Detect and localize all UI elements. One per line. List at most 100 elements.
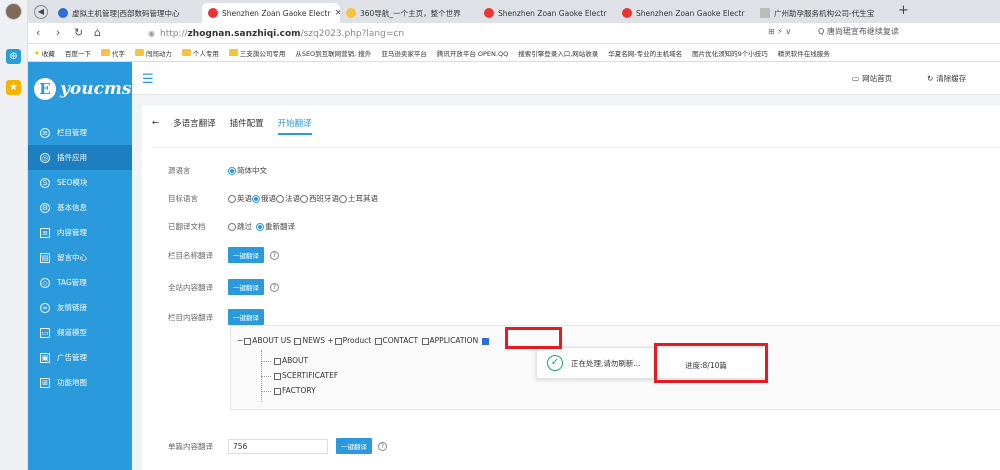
- tree-child[interactable]: SCERTIFICATEF: [261, 371, 338, 380]
- extensions-icon[interactable]: ⊞ ⚡ ∨: [768, 27, 791, 36]
- plugin-icon: ◎: [40, 152, 50, 163]
- radio-english[interactable]: 英语: [228, 193, 252, 204]
- url-field[interactable]: ◉ http://zhognan.sanzhiqi.com/szq2023.ph…: [148, 26, 728, 41]
- column-name-row: 栏目名称翻译 一键翻译 ?: [168, 247, 279, 263]
- tab-label: 360导航_一个主页，整个世界: [360, 8, 461, 18]
- sidebar-item-content[interactable]: ≡ 内容管理: [28, 220, 132, 245]
- radio-spanish[interactable]: 西班牙语: [300, 193, 339, 204]
- back-icon[interactable]: ‹: [36, 26, 40, 39]
- help-icon[interactable]: ?: [378, 441, 387, 451]
- home-icon[interactable]: ⌂: [94, 26, 101, 39]
- tree-item-checked[interactable]: [481, 336, 490, 345]
- translate-whole-site-button[interactable]: 一键翻译: [228, 279, 264, 295]
- tree-child[interactable]: ABOUT: [261, 356, 308, 365]
- browser-tab[interactable]: 虚拟主机管理|西部数码管理中心: [52, 3, 202, 23]
- field-label: 栏目内容翻译: [168, 312, 213, 322]
- help-icon[interactable]: ?: [270, 282, 279, 292]
- site-home-link[interactable]: ▭ 网站首页: [852, 73, 892, 84]
- sidebar-item-basic[interactable]: ⚙ 基本信息: [28, 195, 132, 220]
- tree-item[interactable]: ABOUT US: [243, 336, 291, 345]
- browser-tab[interactable]: 360导航_一个主页，整个世界: [340, 3, 478, 23]
- single-content-row: 单篇内容翻译 756 一键翻译 ?: [168, 438, 387, 454]
- bookmark-item[interactable]: 代字: [100, 48, 125, 58]
- radio-russian[interactable]: 俄语: [252, 193, 276, 204]
- tree-item[interactable]: NEWS: [293, 336, 325, 345]
- radio-retranslate[interactable]: 重新翻译: [256, 221, 295, 232]
- bookmark-item[interactable]: 百度一下: [65, 48, 91, 58]
- browser-tab-bar: ◀ 虚拟主机管理|西部数码管理中心 Shenzhen Zoan Gaoke El…: [28, 0, 1000, 23]
- bookmark-item[interactable]: 图片优化须知的9个小技巧: [692, 48, 768, 58]
- browser-tab-active[interactable]: Shenzhen Zoan Gaoke Electr ×: [202, 3, 340, 23]
- bookmark-item[interactable]: 闯闯动力: [134, 48, 172, 58]
- menu-toggle-icon[interactable]: ☰: [142, 72, 154, 87]
- tab-plugin-config[interactable]: 插件配置: [230, 117, 264, 129]
- folder-icon: [228, 49, 238, 56]
- browser-tab[interactable]: Shenzhen Zoan Gaoke Electr: [616, 3, 754, 23]
- sidebar-item-tag[interactable]: ◇ TAG管理: [28, 270, 132, 295]
- source-radio[interactable]: 简体中文: [228, 165, 267, 176]
- toast-message: 正在处理,请勿刷新...: [571, 358, 641, 368]
- translated-docs-row: 已翻译文档 跳过 重新翻译: [168, 221, 295, 232]
- tab-start-translate[interactable]: 开始翻译: [277, 117, 312, 135]
- url-path: /szq2023.php?lang=cn: [300, 28, 405, 39]
- star-icon: ★: [34, 48, 40, 57]
- logo-letter: E: [34, 78, 56, 100]
- bookmark-item[interactable]: 搜索引擎登录入口,网站收录: [518, 48, 598, 58]
- bookmark-item[interactable]: 华夏名网-专业的主机域名: [608, 48, 682, 58]
- tree-child[interactable]: FACTORY: [261, 386, 316, 395]
- translate-single-button[interactable]: 一键翻译: [336, 438, 372, 454]
- sidebar-item-column[interactable]: ≡ 栏目管理: [28, 120, 132, 145]
- tab-label: Shenzhen Zoan Gaoke Electr: [636, 8, 745, 18]
- sidebar-item-map[interactable]: ⊞ 功能地图: [28, 370, 132, 395]
- site-icon: [346, 8, 356, 18]
- whole-site-row: 全站内容翻译 一键翻译 ?: [168, 279, 279, 295]
- help-icon[interactable]: ?: [270, 250, 279, 260]
- bookmark-item[interactable]: 从SEO到互联网营销, 搜外: [295, 48, 371, 58]
- new-tab-button[interactable]: +: [898, 3, 909, 18]
- sidebar-item-channel[interactable]: ▭ 频道模型: [28, 320, 132, 345]
- bookmark-item[interactable]: 亚马逊卖家平台: [381, 48, 427, 58]
- app-icon-blue[interactable]: ⊕: [6, 49, 21, 64]
- tree-item[interactable]: Product: [334, 336, 371, 345]
- sidebar-item-message[interactable]: ▤ 留言中心: [28, 245, 132, 270]
- sidebar-item-plugins[interactable]: ◎ 插件应用: [28, 145, 132, 170]
- app-icon-star[interactable]: ★: [6, 80, 21, 95]
- bookmark-item[interactable]: ★ 收藏: [34, 48, 55, 58]
- sidebar-item-ads[interactable]: ▣ 广告管理: [28, 345, 132, 370]
- bookmark-item[interactable]: 三支旗公司专用: [228, 48, 285, 58]
- browser-tab[interactable]: Shenzhen Zoan Gaoke Electr: [478, 3, 616, 23]
- refresh-icon: ↻: [927, 74, 934, 83]
- reload-icon[interactable]: ↻: [74, 26, 83, 39]
- target-language-row: 目标语言 英语 俄语 法语 西班牙语 土耳其语: [168, 193, 378, 204]
- avatar[interactable]: [5, 3, 22, 20]
- sidebar-item-seo[interactable]: S SEO模块: [28, 170, 132, 195]
- cms-logo[interactable]: Eyoucms: [34, 74, 132, 104]
- radio-turkish[interactable]: 土耳其语: [339, 193, 378, 204]
- back-arrow-icon[interactable]: ←: [152, 118, 159, 128]
- forward-icon[interactable]: ›: [56, 26, 60, 39]
- tree-top-level: − ABOUT US NEWS + Product CONTACT APPLICAT…: [237, 336, 490, 345]
- tag-icon: ◇: [40, 277, 50, 288]
- check-circle-icon: ✓: [547, 355, 563, 371]
- settings-icon: ⚙: [40, 202, 50, 213]
- radio-french[interactable]: 法语: [276, 193, 300, 204]
- radio-skip[interactable]: 跳过: [228, 221, 252, 232]
- site-icon: [484, 8, 494, 18]
- tab-label: 广州助孕服务机构公司-代生宝: [774, 8, 875, 18]
- sidebar-item-links[interactable]: ∞ 友情链接: [28, 295, 132, 320]
- translate-column-content-button[interactable]: 一键翻译: [228, 309, 264, 325]
- browser-logo-icon[interactable]: ◀: [34, 5, 48, 19]
- bookmark-item[interactable]: 腾讯开放平台 OPEN.QQ: [437, 48, 508, 58]
- article-id-input[interactable]: 756: [228, 438, 328, 454]
- browser-search-box[interactable]: Q 唐尚珺宣布继续复读: [818, 26, 899, 37]
- tree-item[interactable]: APPLICATION: [421, 336, 478, 345]
- field-label: 单篇内容翻译: [168, 441, 213, 451]
- bookmark-item[interactable]: 个人专用: [181, 48, 219, 58]
- translate-column-names-button[interactable]: 一键翻译: [228, 247, 264, 263]
- bookmark-item[interactable]: 精灵软件在线服务: [778, 48, 830, 58]
- browser-tab[interactable]: 广州助孕服务机构公司-代生宝: [754, 3, 894, 23]
- browser-side-strip: ⊕ ★: [0, 0, 28, 470]
- clear-cache-link[interactable]: ↻ 清除缓存: [927, 73, 966, 84]
- tree-item[interactable]: CONTACT: [374, 336, 418, 345]
- field-label: 全站内容翻译: [168, 282, 213, 292]
